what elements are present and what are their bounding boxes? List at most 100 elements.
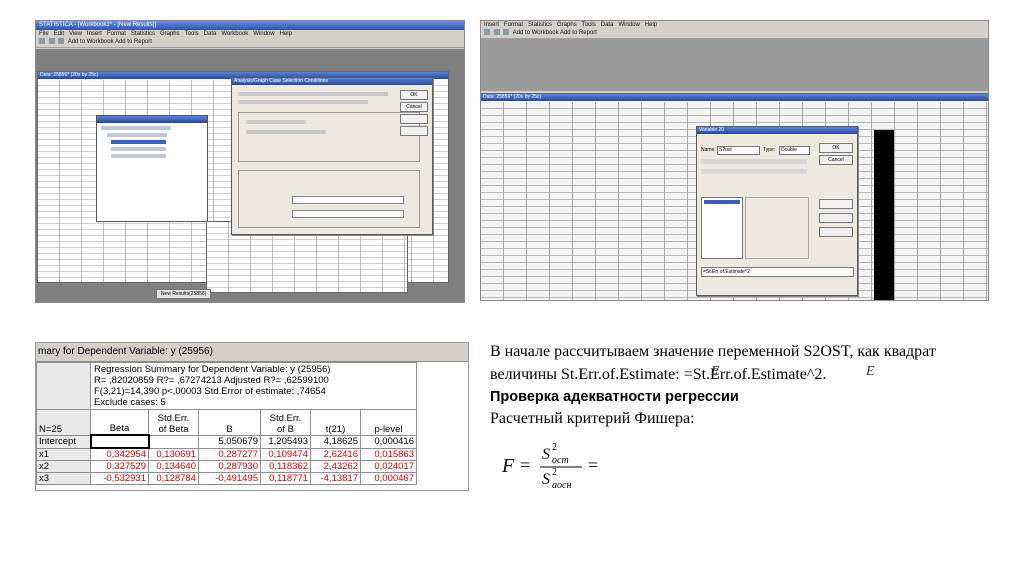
- table-cell[interactable]: 0,000416: [360, 434, 417, 449]
- left-menu-graphs[interactable]: Graphs: [160, 31, 180, 37]
- row-label[interactable]: x2: [36, 460, 91, 473]
- left-results-tab[interactable]: New Results(25856): [156, 289, 212, 299]
- table-cell[interactable]: 0,024017: [360, 460, 417, 473]
- table-cell[interactable]: 4,18625: [310, 434, 361, 449]
- name-field[interactable]: S2ost: [717, 146, 760, 155]
- display-format-list[interactable]: [701, 197, 743, 259]
- formula-F: F: [501, 455, 515, 477]
- table-cell[interactable]: 5,050679: [198, 434, 261, 449]
- left-toolbar-text[interactable]: Add to Workbook Add to Report: [68, 39, 152, 45]
- case-selection-ok-button[interactable]: OK: [400, 90, 428, 100]
- left-window-title: STATISTICA - [Workbook1* - [New Results]…: [36, 21, 464, 30]
- column-header[interactable]: p-level: [360, 409, 417, 436]
- summary-line: Exclude cases: 5: [94, 397, 166, 408]
- name-label: Name:: [701, 147, 716, 153]
- long-name-field[interactable]: =St.Err.of.Estimate^2: [701, 267, 854, 277]
- right-menu-tools[interactable]: Tools: [582, 22, 596, 28]
- formula-den-sup: 2: [552, 467, 557, 478]
- right-menu-help[interactable]: Help: [645, 22, 657, 28]
- right-menu-format[interactable]: Format: [504, 22, 523, 28]
- open-icon[interactable]: [493, 29, 500, 36]
- summary-corner-cell: [36, 362, 91, 410]
- save-icon[interactable]: [58, 38, 65, 45]
- table-cell[interactable]: 0,287930: [198, 460, 261, 473]
- paragraph-fisher: Расчетный критерий Фишера:: [490, 410, 695, 427]
- row-label[interactable]: x1: [36, 447, 91, 461]
- values-stats-button[interactable]: [819, 227, 853, 237]
- table-cell[interactable]: 0,134640: [148, 460, 199, 473]
- formula-num-sup: 2: [552, 442, 557, 453]
- right-toolbar: Add to Workbook Add to Report: [481, 29, 988, 39]
- table-row: x2 0,327529 0,134640 0,287930 0,118362 2,4326…: [36, 460, 417, 473]
- left-menu-workbook[interactable]: Workbook: [221, 31, 248, 37]
- summary-row: Regression Summary for Dependent Variabl…: [36, 362, 417, 410]
- case-selection-open-button[interactable]: [400, 114, 428, 124]
- new-icon[interactable]: [484, 29, 490, 36]
- right-menu-insert[interactable]: Insert: [484, 22, 499, 28]
- fisher-formula: F = S 2 ост S 2 аосн =: [500, 438, 630, 498]
- left-menu-help[interactable]: Help: [280, 31, 292, 37]
- all-specs-button[interactable]: [819, 199, 853, 209]
- column-header[interactable]: Std.Err. of B: [260, 409, 311, 436]
- table-cell[interactable]: 2,62416: [310, 447, 361, 461]
- table-cell[interactable]: [148, 434, 199, 449]
- regression-summary-table: Regression Summary for Dependent Variabl…: [36, 362, 417, 485]
- right-menu-bar: Insert Format Statistics Graphs Tools Data Win…: [481, 21, 988, 29]
- table-cell[interactable]: 0,000467: [360, 472, 417, 485]
- regression-results-window: mary for Dependent Variable: y (25956) R…: [35, 342, 469, 491]
- right-toolbar-text[interactable]: Add to Workbook Add to Report: [513, 30, 597, 36]
- save-icon[interactable]: [503, 29, 510, 36]
- variable-ok-button[interactable]: OK: [819, 143, 853, 153]
- case-selection-save-button[interactable]: [400, 126, 428, 136]
- row-label[interactable]: x3: [36, 472, 91, 485]
- formula-den-sub: аосн: [552, 480, 571, 491]
- table-cell[interactable]: 0,130691: [148, 447, 199, 461]
- table-cell[interactable]: 0,109474: [260, 447, 311, 461]
- table-cell[interactable]: 2,43262: [310, 460, 361, 473]
- s2ost-selected-column: [874, 130, 894, 300]
- right-menu-statistics[interactable]: Statistics: [528, 22, 552, 28]
- table-cell[interactable]: 0,118362: [260, 460, 311, 473]
- type-select[interactable]: Double: [779, 146, 810, 155]
- left-menu-data[interactable]: Data: [204, 31, 217, 37]
- table-cell[interactable]: 1,205493: [260, 434, 311, 449]
- table-cell[interactable]: 0,118771: [260, 472, 311, 485]
- case-selection-cancel-button[interactable]: Cancel: [400, 102, 428, 112]
- new-icon[interactable]: [39, 38, 45, 45]
- table-cell[interactable]: [89, 434, 150, 449]
- variable-dialog: Variable 20 Name: S2ost Type: Double =St…: [696, 126, 858, 296]
- left-toolbar: Add to Workbook Add to Report: [36, 38, 464, 48]
- table-cell[interactable]: 0,015863: [360, 447, 417, 461]
- variable-cancel-button[interactable]: Cancel: [819, 155, 853, 165]
- formula-num-sub: ост: [552, 455, 569, 466]
- open-icon[interactable]: [48, 38, 55, 45]
- column-header[interactable]: Beta: [90, 409, 149, 436]
- right-menu-window[interactable]: Window: [618, 22, 639, 28]
- left-workbook-panel: [96, 115, 208, 222]
- heading-adequacy-check: Проверка адекватности регрессии: [490, 389, 739, 405]
- column-header[interactable]: B: [198, 409, 261, 436]
- left-menu-edit[interactable]: Edit: [54, 31, 64, 37]
- left-menu-insert[interactable]: Insert: [87, 31, 102, 37]
- table-cell[interactable]: 0,128784: [148, 472, 199, 485]
- right-menu-data[interactable]: Data: [601, 22, 614, 28]
- column-header[interactable]: t(21): [310, 409, 361, 436]
- left-menu-window[interactable]: Window: [253, 31, 274, 37]
- table-cell[interactable]: 0,327529: [90, 460, 149, 473]
- table-cell[interactable]: 0,342954: [90, 447, 149, 461]
- table-cell[interactable]: -0,491495: [198, 472, 261, 485]
- right-menu-graphs[interactable]: Graphs: [557, 22, 577, 28]
- left-menu-file[interactable]: File: [39, 31, 49, 37]
- left-menu-view[interactable]: View: [69, 31, 82, 37]
- table-row: x1 0,342954 0,130691 0,287277 0,109474 2,6241…: [36, 447, 417, 461]
- row-label[interactable]: Intercept: [36, 434, 91, 449]
- left-menu-statistics[interactable]: Statistics: [131, 31, 155, 37]
- table-cell[interactable]: -4,13817: [310, 472, 361, 485]
- text-labels-button[interactable]: [819, 213, 853, 223]
- left-menu-format[interactable]: Format: [107, 31, 126, 37]
- results-title: mary for Dependent Variable: y (25956): [36, 343, 468, 362]
- table-cell[interactable]: -0,532931: [90, 472, 149, 485]
- table-cell[interactable]: 0,287277: [198, 447, 261, 461]
- left-menu-tools[interactable]: Tools: [185, 31, 199, 37]
- column-header[interactable]: Std.Err. of Beta: [148, 409, 199, 436]
